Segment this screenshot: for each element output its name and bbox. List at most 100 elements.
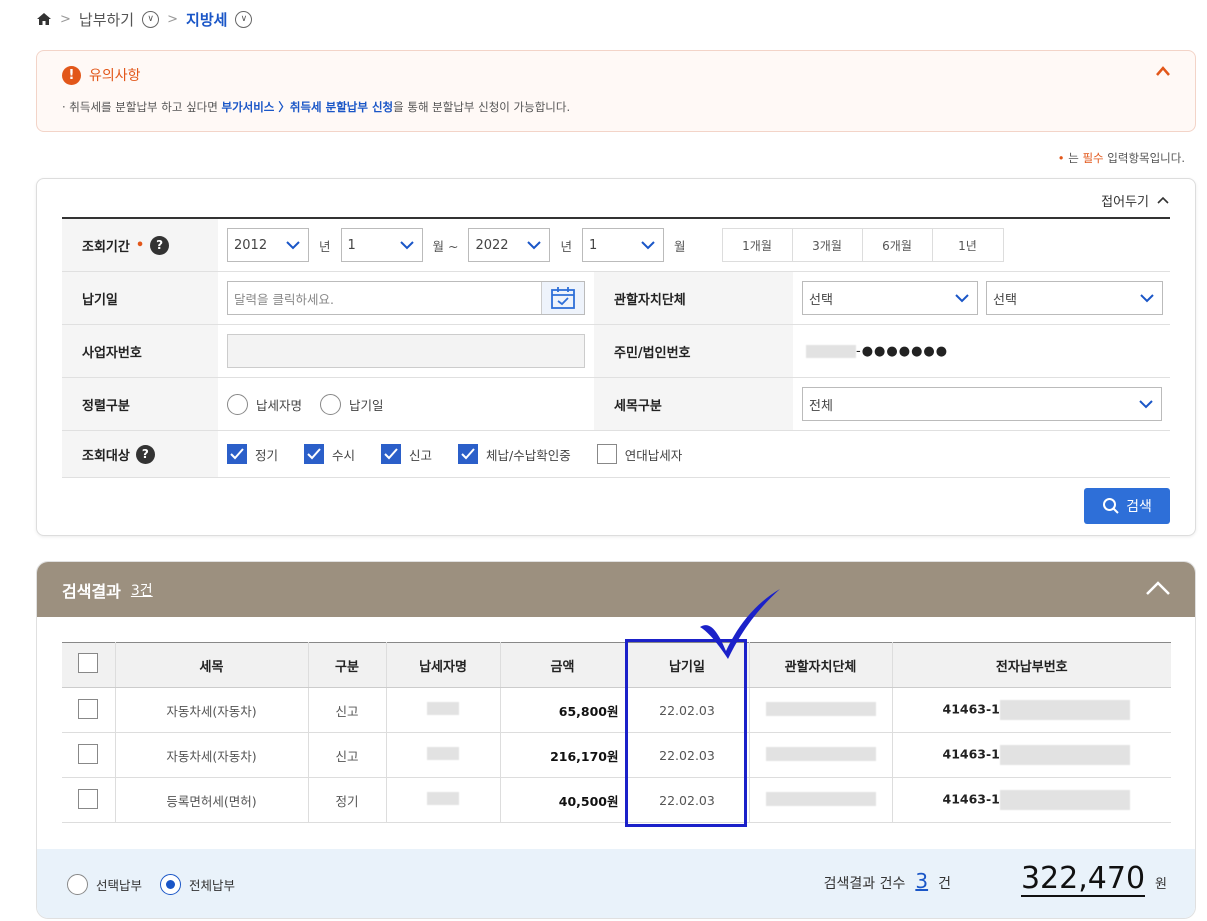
target-option-arrears[interactable]: 체납/수납확인중: [458, 444, 571, 464]
type-cell: 정기: [308, 777, 387, 823]
checkbox[interactable]: [381, 444, 402, 464]
end-month-select[interactable]: 1: [581, 228, 664, 262]
results-title: 검색결과: [62, 581, 121, 601]
tax-item-select[interactable]: 전체: [802, 387, 1162, 421]
select-all-checkbox[interactable]: [78, 653, 99, 673]
year-unit: 년: [560, 238, 572, 254]
quick-period-buttons: 1개월 3개월 6개월 1년: [721, 228, 1004, 262]
target-label-text: 조회대상: [82, 448, 130, 464]
chevron-down-icon[interactable]: ∨: [142, 10, 160, 28]
target-row: 조회대상 ? 정기 수시 신고 체납/수납확인중 연대납세자: [62, 431, 1170, 478]
chevron-up-icon: [1157, 196, 1169, 204]
taxpayer-cell: [386, 732, 501, 778]
table-row[interactable]: 등록면허세(면허) 정기 40,500원 22.02.03 41463-1: [62, 777, 1171, 823]
masked-jurisdiction: [765, 791, 876, 806]
target-option-regular[interactable]: 정기: [227, 444, 278, 464]
target-cell: 정기 수시 신고 체납/수납확인중 연대납세자: [218, 431, 694, 477]
due-date-cell: 달력을 클릭하세요.: [218, 272, 594, 324]
checkbox[interactable]: [458, 444, 479, 464]
amount-cell: 216,170원: [500, 732, 626, 778]
chevron-up-icon[interactable]: [1145, 578, 1171, 598]
target-option-label: 수시: [332, 447, 356, 463]
target-option-label: 연대납세자: [624, 447, 683, 463]
business-no-input[interactable]: [227, 334, 585, 368]
row-select-cell: [62, 732, 116, 778]
checkbox[interactable]: [596, 444, 617, 464]
period-3month-button[interactable]: 3개월: [792, 229, 863, 261]
table-row[interactable]: 자동차세(자동차) 신고 65,800원 22.02.03 41463-1: [62, 687, 1171, 733]
month-range-unit: 월 ~: [432, 238, 459, 254]
calendar-button[interactable]: [541, 282, 584, 314]
notice-header: ! 유의사항: [62, 65, 141, 85]
resident-no-cell: -●●●●●●●: [793, 325, 948, 377]
due-date-input[interactable]: 달력을 클릭하세요.: [227, 281, 585, 315]
fold-button[interactable]: 접어두기: [1101, 191, 1169, 210]
required-note: • 는 필수 입력항목입니다.: [1058, 150, 1185, 166]
period-1month-button[interactable]: 1개월: [722, 229, 793, 261]
target-label: 조회대상 ?: [62, 431, 218, 477]
help-icon[interactable]: ?: [150, 235, 170, 255]
taxpayer-cell: [386, 777, 501, 823]
pay-all-label: 전체납부: [189, 878, 236, 893]
pay-all-option[interactable]: 전체납부: [160, 874, 235, 895]
column-header: 세목: [115, 642, 309, 688]
period-1year-button[interactable]: 1년: [932, 229, 1003, 261]
jurisdiction-select-1[interactable]: 선택: [802, 281, 978, 315]
jurisdiction-cell: [749, 777, 893, 823]
row-checkbox[interactable]: [78, 788, 99, 809]
chevron-up-icon[interactable]: [1155, 65, 1171, 77]
chevron-down-icon[interactable]: ∨: [235, 10, 253, 28]
help-icon[interactable]: ?: [135, 444, 155, 464]
notice-link[interactable]: 부가서비스 〉취득세 분할납부 신청: [221, 100, 393, 114]
month-unit: 월: [673, 238, 686, 254]
table-row[interactable]: 자동차세(자동차) 신고 216,170원 22.02.03 41463-1: [62, 732, 1171, 778]
target-option-joint[interactable]: 연대납세자: [596, 444, 683, 464]
masked-jurisdiction: [765, 701, 876, 716]
notice-text-pre: · 취득세를 분할납부 하고 싶다면: [62, 100, 222, 114]
amount-cell: 40,500원: [500, 777, 626, 823]
start-year-select[interactable]: 2012: [227, 228, 309, 262]
tax-item-label: 세목구분: [594, 378, 793, 430]
checkbox[interactable]: [227, 444, 247, 464]
notice-box: ! 유의사항 · 취득세를 분할납부 하고 싶다면 부가서비스 〉취득세 분할납…: [36, 50, 1196, 132]
due-date-placeholder: 달력을 클릭하세요.: [234, 291, 334, 307]
results-table: 세목 구분 납세자명 금액 납기일 관할자치단체 전자납부번호 자동차세(자동차…: [62, 642, 1171, 823]
period-6month-button[interactable]: 6개월: [862, 229, 933, 261]
start-month-value: 1: [347, 237, 356, 253]
sort-option-due[interactable]: 납기일: [320, 393, 384, 415]
search-button[interactable]: 검색: [1084, 488, 1170, 524]
radio-button[interactable]: [160, 874, 182, 895]
home-icon[interactable]: [36, 11, 52, 27]
pay-selected-option[interactable]: 선택납부: [67, 874, 142, 895]
jurisdiction-select-2[interactable]: 선택: [986, 281, 1163, 315]
start-year-value: 2012: [234, 237, 268, 253]
masked-resident-front: [806, 344, 856, 358]
masked-epay: [999, 745, 1130, 765]
row-checkbox[interactable]: [78, 698, 99, 719]
radio-button[interactable]: [320, 393, 342, 415]
due-date-label: 납기일: [62, 272, 218, 324]
masked-taxpayer: [427, 747, 459, 760]
checkbox[interactable]: [304, 444, 325, 464]
total-amount-unit: 원: [1155, 877, 1167, 892]
required-word: 필수: [1082, 151, 1104, 165]
tax-item-cell: 자동차세(자동차): [115, 732, 309, 778]
required-dot: •: [135, 237, 145, 253]
radio-button[interactable]: [67, 874, 88, 895]
sort-cell: 납세자명 납기일: [218, 378, 594, 430]
radio-button[interactable]: [227, 393, 248, 415]
masked-taxpayer: [427, 702, 459, 715]
notice-text: · 취득세를 분할납부 하고 싶다면 부가서비스 〉취득세 분할납부 신청을 통…: [62, 99, 570, 115]
row-select-cell: [62, 777, 116, 823]
target-option-occasional[interactable]: 수시: [304, 444, 355, 464]
breadcrumb-item-pay[interactable]: 납부하기: [79, 9, 134, 30]
target-option-report[interactable]: 신고: [381, 444, 432, 464]
pay-selected-label: 선택납부: [96, 878, 143, 893]
chevron-down-icon: [286, 241, 300, 250]
end-year-value: 2022: [475, 237, 509, 253]
start-month-select[interactable]: 1: [340, 228, 423, 262]
end-year-select[interactable]: 2022: [468, 228, 551, 262]
chevron-down-icon: [955, 294, 969, 303]
row-checkbox[interactable]: [78, 743, 99, 764]
sort-option-name[interactable]: 납세자명: [227, 393, 302, 415]
